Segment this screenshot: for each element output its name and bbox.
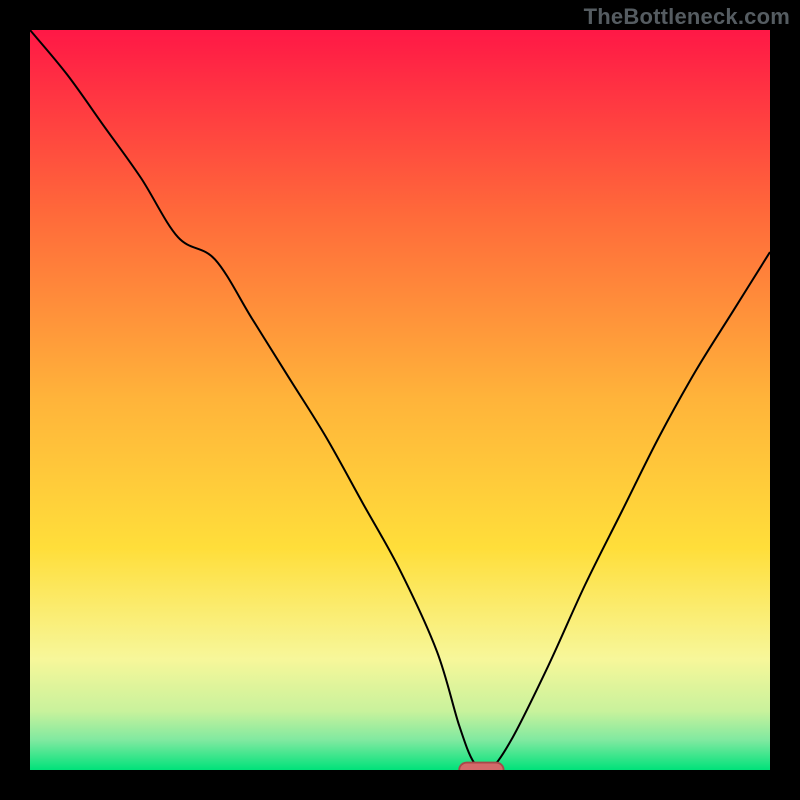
bottleneck-chart (30, 30, 770, 770)
chart-background (30, 30, 770, 770)
chart-frame: TheBottleneck.com (0, 0, 800, 800)
optimum-marker (459, 763, 503, 770)
watermark-text: TheBottleneck.com (584, 4, 790, 30)
